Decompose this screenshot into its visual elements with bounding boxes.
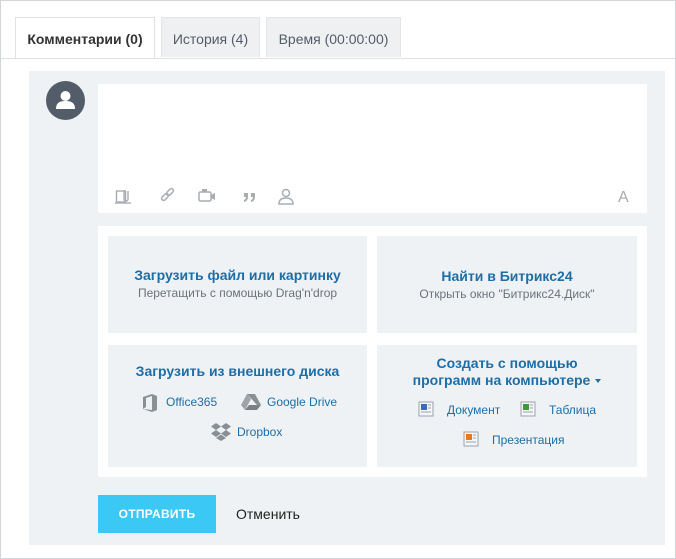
presentation-icon <box>463 431 479 447</box>
link-icon[interactable] <box>159 187 177 205</box>
google-drive-label: Google Drive <box>267 395 338 409</box>
find-bitrix24-title: Найти в Битрикс24 <box>441 268 573 284</box>
upload-file-cell[interactable]: Загрузить файл или картинку Перетащить с… <box>108 236 367 333</box>
create-presentation-link[interactable]: Презентация <box>463 429 565 451</box>
create-document-label: Документ <box>447 403 501 417</box>
find-bitrix24-subtitle: Открыть окно "Битрикс24.Диск" <box>419 287 595 301</box>
upload-file-subtitle: Перетащить с помощью Drag'n'drop <box>137 286 338 300</box>
dropbox-link[interactable]: Dropbox <box>210 421 282 443</box>
upload-file-title: Загрузить файл или картинку <box>134 267 341 283</box>
mention-icon[interactable] <box>277 187 295 205</box>
create-title-line1: Создать с помощью <box>436 355 578 371</box>
word-document-icon <box>418 401 434 417</box>
user-icon <box>56 91 75 109</box>
create-table-label: Таблица <box>549 403 597 417</box>
comment-form-frame: Комментарии (0) История (4) Время (00:00… <box>0 0 676 559</box>
external-disk-title: Загрузить из внешнего диска <box>135 363 340 379</box>
video-icon[interactable] <box>198 187 216 205</box>
tab-history[interactable]: История (4) <box>161 17 260 57</box>
dropbox-icon <box>211 423 231 441</box>
create-document-link[interactable]: Документ <box>418 399 500 421</box>
office365-link[interactable]: Office365 <box>141 391 217 413</box>
tab-time-label: Время (00:00:00) <box>278 31 389 47</box>
create-title-line2: программ на компьютере <box>377 372 637 388</box>
tab-time[interactable]: Время (00:00:00) <box>266 17 401 57</box>
tab-comments-label: Комментарии (0) <box>27 31 143 47</box>
cancel-button[interactable]: Отменить <box>236 495 300 533</box>
comment-editor[interactable] <box>98 84 647 213</box>
create-table-link[interactable]: Таблица <box>520 399 596 421</box>
office365-label: Office365 <box>166 395 218 409</box>
tab-comments[interactable]: Комментарии (0) <box>15 17 155 59</box>
paperclip-icon[interactable] <box>115 187 133 205</box>
chevron-down-icon <box>595 379 602 384</box>
format-text-icon[interactable]: A <box>618 189 629 207</box>
office365-icon <box>143 394 157 412</box>
create-presentation-label: Презентация <box>492 433 565 447</box>
google-drive-link[interactable]: Google Drive <box>240 391 337 413</box>
quote-icon[interactable] <box>241 187 259 205</box>
send-button[interactable]: ОТПРАВИТЬ <box>98 495 216 533</box>
dropbox-label: Dropbox <box>237 425 283 439</box>
google-drive-icon <box>241 394 261 410</box>
find-bitrix24-cell[interactable]: Найти в Битрикс24 Открыть окно "Битрикс2… <box>377 236 637 333</box>
tabs-divider <box>1 58 675 59</box>
avatar <box>46 81 85 120</box>
spreadsheet-icon <box>520 401 536 417</box>
tab-history-label: История (4) <box>172 31 249 47</box>
create-document-title[interactable]: Создать с помощью программ на компьютере <box>377 355 637 388</box>
